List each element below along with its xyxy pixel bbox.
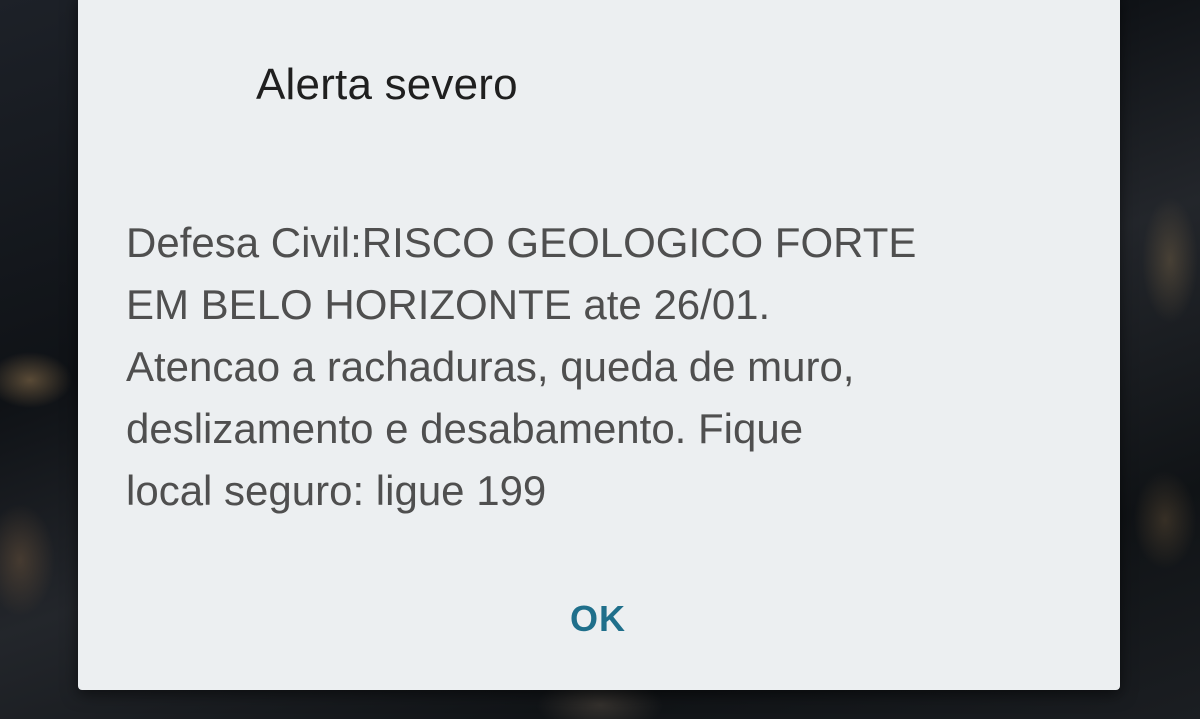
severe-alert-dialog: Alerta severo Defesa Civil:RISCO GEOLOGI… (78, 0, 1120, 690)
dialog-message: Defesa Civil:RISCO GEOLOGICO FORTE EM BE… (126, 219, 917, 514)
dialog-title: Alerta severo (256, 60, 518, 109)
ok-button[interactable]: OK (546, 588, 650, 650)
